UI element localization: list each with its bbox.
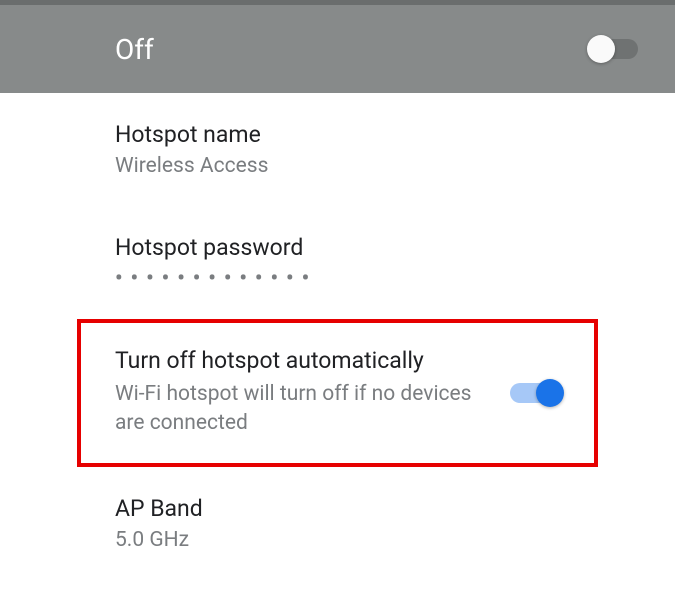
ap-band-title: AP Band [115, 495, 645, 522]
setting-text: AP Band 5.0 GHz [115, 495, 645, 552]
setting-text: Turn off hotspot automatically Wi-Fi hot… [115, 347, 476, 439]
hotspot-master-toggle-row[interactable]: Off [0, 5, 675, 93]
setting-text: Hotspot name Wireless Access [115, 121, 645, 178]
auto-off-item[interactable]: Turn off hotspot automatically Wi-Fi hot… [77, 319, 598, 467]
hotspot-name-title: Hotspot name [115, 121, 645, 148]
settings-list: Hotspot name Wireless Access Hotspot pas… [0, 93, 675, 580]
hotspot-master-toggle[interactable] [587, 35, 645, 63]
auto-off-title: Turn off hotspot automatically [115, 347, 476, 374]
hotspot-password-masked: ••••••••••••• [115, 267, 645, 291]
hotspot-name-item[interactable]: Hotspot name Wireless Access [0, 93, 675, 206]
hotspot-name-value: Wireless Access [115, 154, 645, 178]
ap-band-value: 5.0 GHz [115, 528, 645, 552]
setting-text: Hotspot password ••••••••••••• [115, 234, 645, 291]
auto-off-toggle[interactable] [506, 379, 564, 407]
hotspot-password-item[interactable]: Hotspot password ••••••••••••• [0, 206, 675, 319]
hotspot-status-label: Off [115, 33, 154, 66]
ap-band-item[interactable]: AP Band 5.0 GHz [0, 467, 675, 580]
toggle-thumb [536, 379, 564, 407]
auto-off-description: Wi-Fi hotspot will turn off if no device… [115, 380, 476, 439]
toggle-thumb [587, 35, 615, 63]
hotspot-password-title: Hotspot password [115, 234, 645, 261]
